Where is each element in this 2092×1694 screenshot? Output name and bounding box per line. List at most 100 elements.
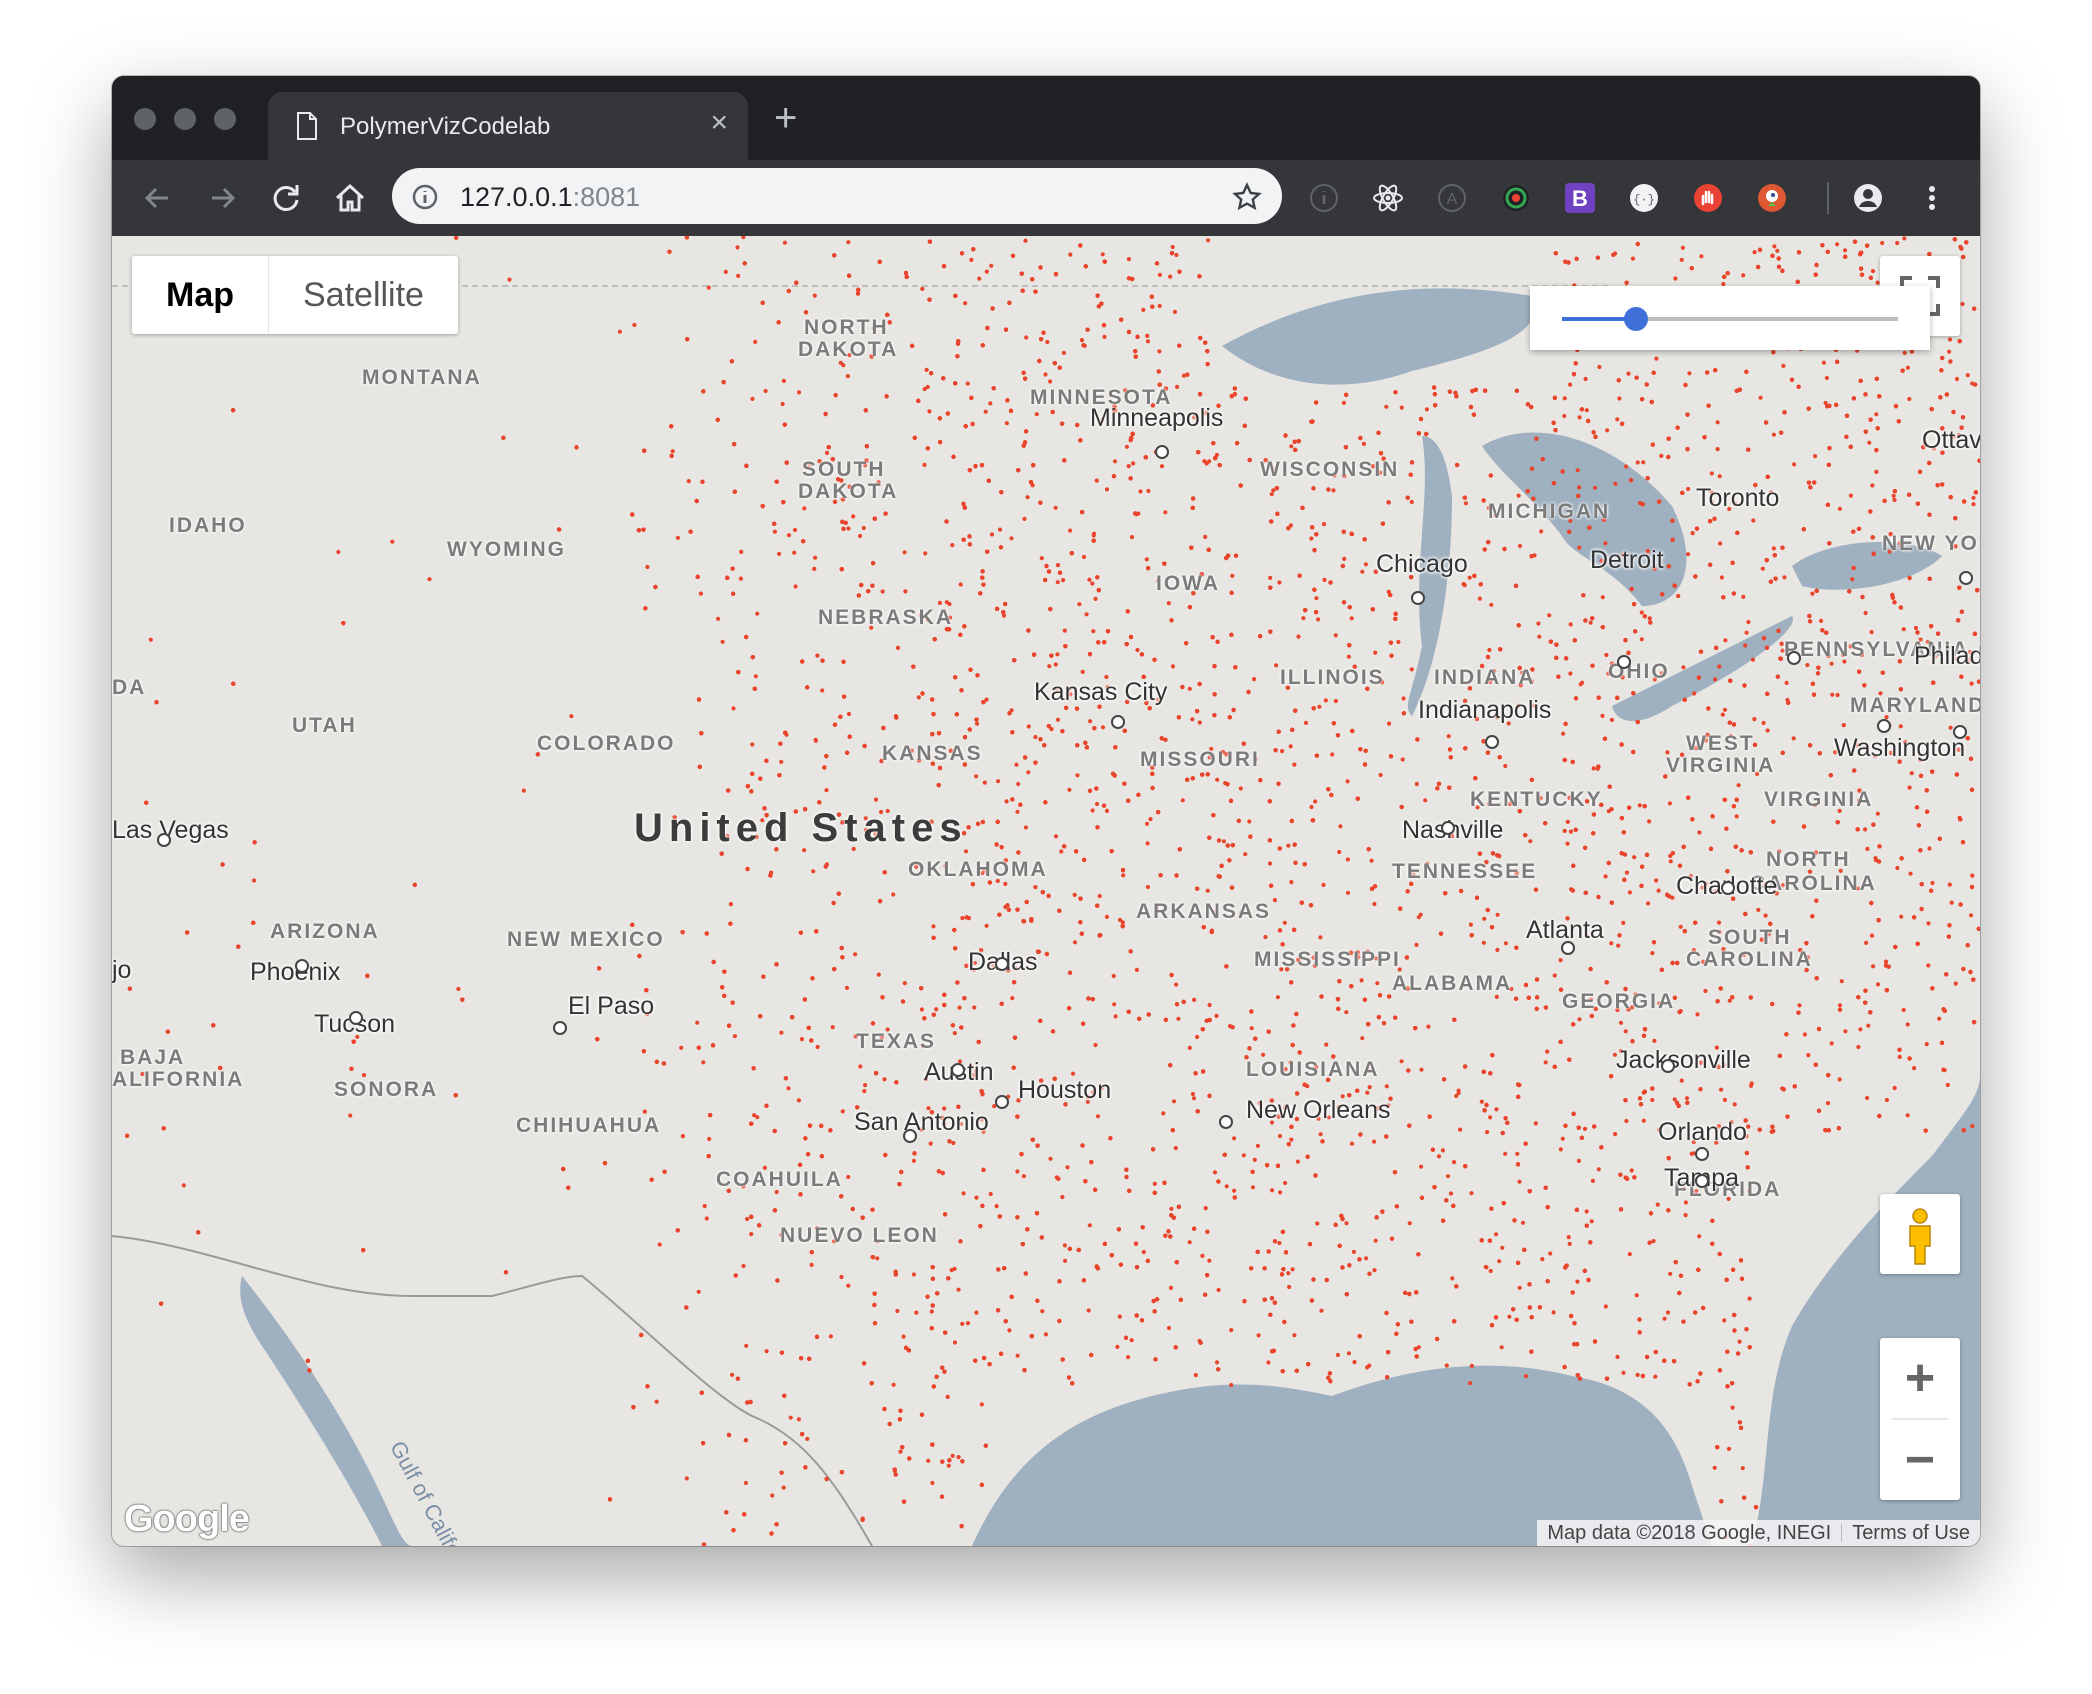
data-point	[1267, 861, 1273, 866]
data-point	[1068, 528, 1073, 533]
data-point	[1869, 630, 1874, 635]
close-window-button[interactable]	[134, 108, 156, 130]
data-point	[902, 981, 907, 986]
data-point	[716, 616, 721, 621]
data-point	[1697, 1234, 1702, 1239]
data-point	[1520, 1220, 1526, 1225]
data-point	[1129, 1338, 1134, 1343]
data-point	[1639, 637, 1644, 642]
data-point	[1634, 1293, 1639, 1298]
data-point	[1937, 1016, 1942, 1021]
data-point	[1624, 1118, 1629, 1124]
data-point	[813, 555, 818, 560]
data-point	[1067, 787, 1072, 792]
data-point	[1039, 556, 1044, 561]
data-point	[1180, 798, 1185, 803]
extension-info-icon[interactable]	[1308, 182, 1340, 214]
data-point	[1517, 543, 1523, 549]
data-point	[1545, 1049, 1550, 1054]
data-point	[1566, 1235, 1571, 1240]
data-point	[1345, 857, 1350, 862]
map-viewport[interactable]: MONTANA NORTH DAKOTA SOUTH DAKOTA MINNESOTA ID…	[112, 236, 1980, 1546]
data-point	[863, 1083, 868, 1088]
data-point	[1552, 973, 1557, 978]
data-point	[753, 674, 758, 679]
data-point	[1045, 339, 1050, 345]
data-point	[972, 1005, 977, 1010]
data-point	[1361, 441, 1366, 446]
bookmark-star-icon[interactable]	[1232, 182, 1262, 212]
data-point	[989, 263, 994, 268]
data-point	[1131, 461, 1136, 466]
data-point	[1575, 1279, 1580, 1284]
data-point	[960, 916, 965, 921]
data-point	[1637, 803, 1642, 808]
data-point	[1221, 839, 1226, 844]
data-point	[1713, 677, 1718, 682]
data-point	[1715, 447, 1720, 452]
data-point	[1873, 856, 1878, 861]
reload-icon[interactable]	[268, 180, 304, 216]
accessibility-extension-icon[interactable]: A	[1436, 182, 1468, 214]
menu-kebab-icon[interactable]	[1916, 182, 1948, 214]
data-point	[1091, 629, 1096, 634]
data-point	[1562, 396, 1567, 401]
data-point	[1138, 489, 1143, 494]
hand-extension-icon[interactable]	[1692, 182, 1724, 214]
data-point	[1126, 1355, 1131, 1360]
data-point	[1072, 940, 1078, 945]
data-point	[1102, 334, 1107, 339]
react-devtools-icon[interactable]	[1372, 182, 1404, 214]
data-point	[875, 1256, 880, 1261]
data-point	[1280, 749, 1285, 754]
tab-close-icon[interactable]: ×	[710, 108, 728, 138]
data-point	[1330, 752, 1335, 757]
data-point	[569, 714, 574, 719]
data-point	[706, 285, 711, 290]
data-point	[1112, 459, 1118, 464]
forward-icon[interactable]	[204, 180, 240, 216]
data-point	[1723, 638, 1728, 643]
home-icon[interactable]	[332, 180, 368, 216]
data-point	[989, 532, 995, 537]
bootstrap-extension-icon[interactable]: B	[1564, 182, 1596, 214]
color-picker-extension-icon[interactable]	[1500, 182, 1532, 214]
maximize-window-button[interactable]	[214, 108, 236, 130]
data-point	[1055, 717, 1061, 722]
data-point	[1323, 698, 1328, 703]
data-point	[1781, 363, 1786, 368]
data-point	[1679, 257, 1684, 262]
data-point	[1400, 757, 1405, 762]
data-point	[786, 1086, 791, 1091]
data-point	[1536, 621, 1541, 626]
data-point	[1651, 1239, 1656, 1244]
data-point	[1830, 692, 1835, 697]
data-point	[745, 1216, 750, 1222]
data-point	[1290, 1267, 1295, 1272]
json-viewer-extension-icon[interactable]: {·}	[1628, 182, 1660, 214]
duckduckgo-extension-icon[interactable]	[1756, 182, 1788, 214]
data-point	[507, 277, 512, 282]
data-point	[1897, 1054, 1902, 1059]
data-point	[1667, 801, 1672, 806]
profile-avatar-icon[interactable]	[1852, 182, 1884, 214]
data-point	[1653, 1374, 1658, 1379]
data-point	[1309, 536, 1314, 541]
data-point	[846, 711, 852, 717]
data-point	[1880, 240, 1885, 246]
data-point	[779, 1030, 784, 1035]
data-point	[805, 1436, 810, 1441]
minimize-window-button[interactable]	[174, 108, 196, 130]
tab-active[interactable]: PolymerVizCodelab ×	[268, 92, 748, 160]
back-icon[interactable]	[140, 180, 176, 216]
data-point	[753, 339, 758, 344]
data-point	[1157, 349, 1162, 354]
data-point	[645, 564, 650, 570]
info-icon[interactable]	[412, 184, 438, 210]
data-point	[1010, 996, 1015, 1001]
data-point	[845, 374, 851, 379]
new-tab-button[interactable]: +	[774, 98, 797, 138]
data-point	[741, 1263, 746, 1269]
address-bar[interactable]: 127.0.0.1:8081	[392, 168, 1282, 224]
data-point	[1335, 1352, 1340, 1358]
